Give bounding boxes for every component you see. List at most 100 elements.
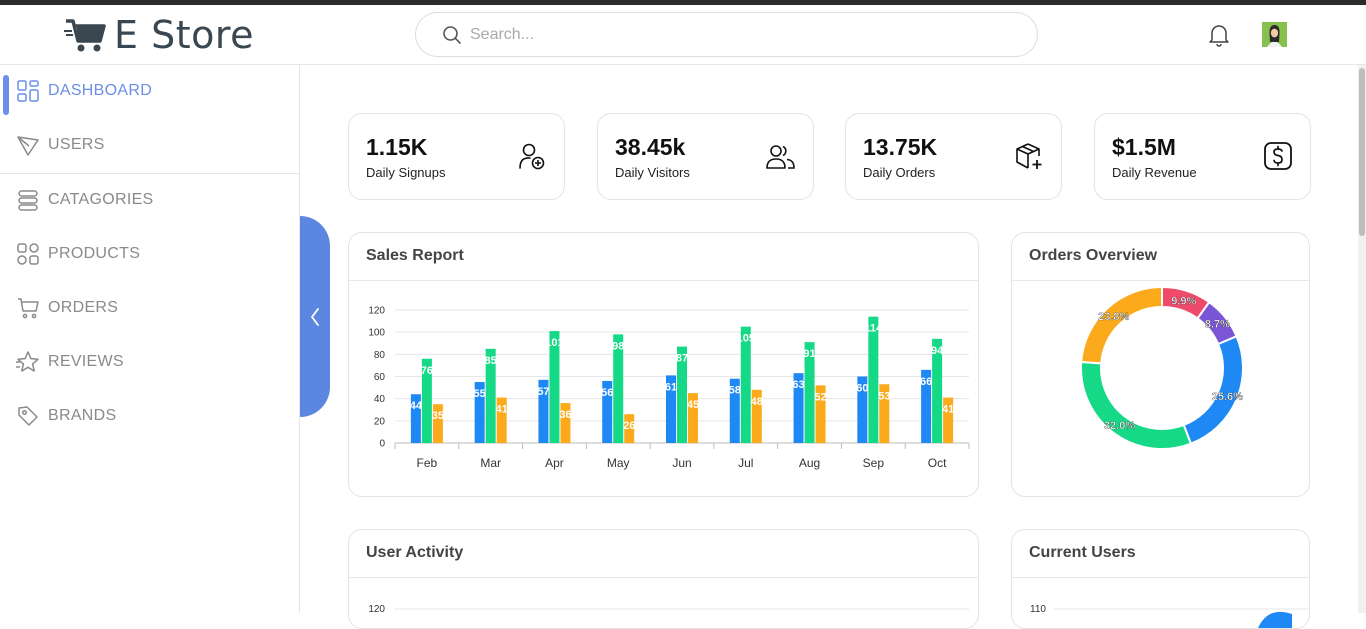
bar-data-label: 94 xyxy=(931,345,944,357)
brand-name: E Store xyxy=(114,13,255,57)
sidebar-item-reviews[interactable]: REVIEWS xyxy=(0,340,300,384)
sidebar-item-label: DASHBOARD xyxy=(48,82,153,99)
bar-data-label: 26 xyxy=(623,420,635,432)
x-tick-label: May xyxy=(607,456,630,470)
x-tick-label: Jun xyxy=(672,456,691,470)
user-activity-chart[interactable]: 120 xyxy=(349,578,979,628)
sidebar-divider xyxy=(0,173,300,174)
stat-label: Daily Orders xyxy=(863,165,936,180)
package-plus-icon xyxy=(1016,143,1042,169)
tag-icon xyxy=(18,406,38,426)
sidebar-item-orders[interactable]: ORDERS xyxy=(0,286,300,330)
bar-data-label: 41 xyxy=(942,404,954,416)
x-tick-label: Oct xyxy=(928,456,947,470)
chart-area-fragment xyxy=(1258,611,1292,628)
donut-slice xyxy=(1080,285,1163,365)
dashboard-grid-icon xyxy=(17,80,39,102)
search-bar[interactable] xyxy=(415,12,1038,57)
bar-data-label: 55 xyxy=(474,388,486,400)
star-icon xyxy=(16,351,39,372)
x-tick-label: Mar xyxy=(480,456,501,470)
y-tick-label: 120 xyxy=(368,604,385,615)
bar-data-label: 48 xyxy=(751,396,763,408)
y-tick-label: 60 xyxy=(374,372,386,383)
bar-data-label: 87 xyxy=(676,353,688,365)
slice-label: 23.8% xyxy=(1098,311,1129,323)
user-activity-card: User Activity 120 xyxy=(348,529,979,629)
notification-bell-icon[interactable] xyxy=(1208,23,1230,47)
shopping-cart-logo-icon xyxy=(64,19,106,52)
y-tick-label: 120 xyxy=(368,306,385,317)
bar-data-label: 35 xyxy=(432,410,444,422)
brand-logo[interactable]: E Store xyxy=(64,13,254,57)
send-icon xyxy=(17,136,39,156)
search-icon xyxy=(443,25,461,44)
bar-data-label: 63 xyxy=(792,379,804,391)
bar-data-label: 53 xyxy=(878,390,890,402)
stat-value: 13.75K xyxy=(863,134,938,160)
bar-data-label: 85 xyxy=(485,355,497,367)
sidebar-item-label: BRANDS xyxy=(48,407,117,424)
dollar-icon xyxy=(1264,142,1292,170)
stat-label: Daily Visitors xyxy=(615,165,690,180)
slice-label: 32.0% xyxy=(1104,420,1135,432)
active-indicator xyxy=(3,75,9,115)
stat-card-orders[interactable]: 13.75K Daily Orders xyxy=(845,113,1062,200)
sales-report-card: Sales Report 0 20 40 60 80 100 120 Feb 44 76 35 Mar… xyxy=(348,232,979,497)
bar-data-label: 60 xyxy=(856,383,868,395)
users-icon xyxy=(766,145,795,169)
sidebar-item-dashboard[interactable]: DASHBOARD xyxy=(0,69,300,115)
slice-label: 9.9% xyxy=(1171,295,1196,307)
orders-donut-chart[interactable]: 9.9% 8.7% 25.6% 32.0% 23.8% xyxy=(1012,281,1310,497)
current-users-chart[interactable]: 110 xyxy=(1012,578,1310,628)
sidebar-item-categories[interactable]: CATAGORIES xyxy=(0,178,300,222)
sidebar-item-label: ORDERS xyxy=(48,299,119,316)
y-tick-label: 100 xyxy=(368,328,385,339)
slice-label: 25.6% xyxy=(1212,391,1243,403)
x-tick-label: Sep xyxy=(863,456,885,470)
bar-data-label: 66 xyxy=(920,376,932,388)
bar-data-label: 61 xyxy=(665,381,677,393)
page-scrollbar[interactable] xyxy=(1358,65,1366,613)
y-tick-label: 80 xyxy=(374,350,386,361)
search-input[interactable] xyxy=(470,25,970,44)
user-avatar[interactable] xyxy=(1262,22,1287,47)
current-users-card: Current Users 110 xyxy=(1011,529,1310,629)
card-title: Current Users xyxy=(1029,544,1136,561)
y-tick-label: 110 xyxy=(1030,604,1046,615)
stat-card-revenue[interactable]: $1.5M Daily Revenue xyxy=(1094,113,1311,200)
orders-overview-card: Orders Overview 9.9% 8.7% 25.6% 32.0% 23.8% xyxy=(1011,232,1310,497)
top-header: E Store xyxy=(0,5,1366,65)
card-title: User Activity xyxy=(366,544,464,561)
x-tick-label: Feb xyxy=(417,456,438,470)
bar xyxy=(868,316,879,443)
sidebar-item-products[interactable]: PRODUCTS xyxy=(0,232,300,276)
stat-card-signups[interactable]: 1.15K Daily Signups xyxy=(348,113,565,200)
sales-bar-chart[interactable]: 0 20 40 60 80 100 120 Feb 44 76 35 Mar 55 85 41 Apr 57 10… xyxy=(349,281,979,497)
bar-data-label: 105 xyxy=(737,333,755,345)
main-content: 1.15K Daily Signups 38.45k Daily Visitor… xyxy=(301,65,1358,629)
sidebar-item-users[interactable]: USERS xyxy=(0,123,300,167)
stat-value: $1.5M xyxy=(1112,134,1176,160)
bar-data-label: 41 xyxy=(496,404,508,416)
bar-data-label: 36 xyxy=(559,409,571,421)
stat-value: 38.45k xyxy=(615,134,686,160)
bar-data-label: 91 xyxy=(803,348,815,360)
bar-data-label: 98 xyxy=(612,340,624,352)
donut-slice xyxy=(1080,360,1193,450)
stat-card-visitors[interactable]: 38.45k Daily Visitors xyxy=(597,113,814,200)
slice-label: 8.7% xyxy=(1205,319,1230,331)
user-plus-icon xyxy=(519,143,545,170)
y-tick-label: 40 xyxy=(374,394,386,405)
card-title: Sales Report xyxy=(366,247,464,264)
stat-label: Daily Revenue xyxy=(1112,165,1197,180)
bar-data-label: 101 xyxy=(545,337,563,349)
scrollbar-thumb[interactable] xyxy=(1359,68,1365,236)
card-title: Orders Overview xyxy=(1029,247,1158,264)
sidebar-item-brands[interactable]: BRANDS xyxy=(0,394,300,438)
sidebar-item-label: USERS xyxy=(48,136,105,153)
y-tick-label: 20 xyxy=(374,416,386,427)
bar-data-label: 45 xyxy=(687,399,699,411)
layers-icon xyxy=(18,190,38,211)
bar-data-label: 44 xyxy=(410,400,423,412)
